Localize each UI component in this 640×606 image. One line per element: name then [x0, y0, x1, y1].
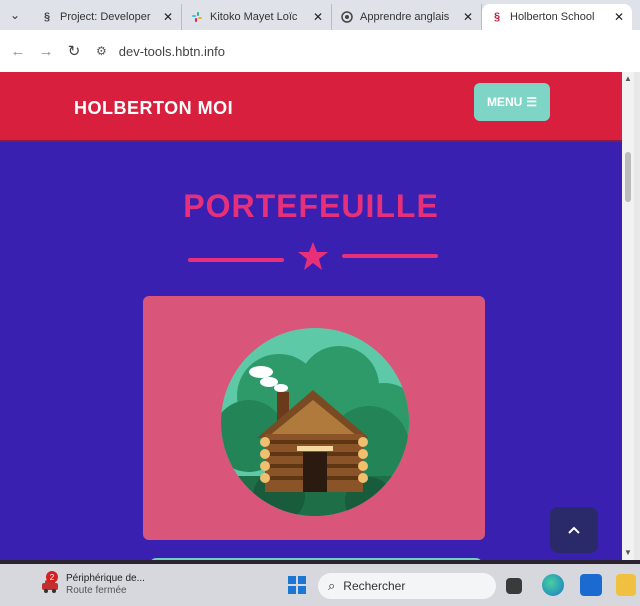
close-tab-icon[interactable]: ✕ [163, 10, 173, 24]
car-icon: 2 [40, 571, 60, 595]
url-text: dev-tools.hbtn.info [118, 43, 225, 59]
section-title: PORTEFEUILLE [183, 188, 439, 224]
back-to-top-button[interactable] [550, 507, 598, 553]
portfolio-card-next[interactable] [150, 558, 482, 560]
edge-browser-icon[interactable] [542, 574, 564, 596]
tab-holberton-school[interactable]: § Holberton School ✕ [482, 4, 632, 30]
close-tab-icon[interactable]: ✕ [614, 10, 624, 24]
globe-favicon-icon [340, 10, 354, 24]
site-brand[interactable]: HOLBERTON MOI [74, 98, 233, 119]
notification-badge: 2 [46, 571, 58, 583]
search-placeholder: Rechercher [343, 579, 406, 593]
portfolio-card[interactable] [143, 296, 485, 540]
scroll-up-arrow-icon[interactable]: ▲ [624, 74, 632, 83]
windows-start-icon[interactable] [288, 576, 306, 594]
cabin-illustration [221, 328, 409, 516]
tab-title: Apprendre anglais [360, 11, 450, 23]
holberton-favicon-icon: § [43, 11, 51, 23]
scroll-thumb[interactable] [625, 152, 631, 202]
tab-slack[interactable]: Kitoko Mayet Loïc ✕ [182, 4, 332, 30]
web-page: HOLBERTON MOI MENU ☰ PORTEFEUILLE [0, 72, 622, 560]
side-panel-edge [634, 72, 640, 560]
site-info-icon[interactable]: ⚙ [96, 44, 107, 58]
notification-title: Périphérique de... [66, 573, 145, 584]
tab-bar: ⌄ § Project: Developer ✕ Kitoko Mayet Lo… [0, 0, 640, 30]
menu-label: MENU [486, 95, 523, 109]
chevron-up-icon [568, 526, 580, 534]
tab-title: Kitoko Mayet Loïc [210, 11, 298, 23]
divider-right [342, 254, 438, 258]
back-arrow-icon[interactable]: ← [4, 43, 32, 60]
menu-button[interactable]: MENU ☰ [474, 83, 550, 121]
divider-left [188, 258, 284, 262]
file-explorer-icon[interactable] [616, 574, 636, 596]
page-scrollbar[interactable]: ▲ ▼ [622, 72, 634, 560]
tab-title: Holberton School [510, 11, 595, 23]
forward-arrow-icon[interactable]: → [32, 43, 60, 60]
site-header: HOLBERTON MOI MENU ☰ [0, 72, 622, 142]
close-tab-icon[interactable]: ✕ [463, 10, 473, 24]
chevron-down-icon: ⌄ [9, 8, 21, 22]
hamburger-icon: ☰ [526, 95, 538, 109]
holberton-favicon-icon: § [493, 11, 501, 23]
close-tab-icon[interactable]: ✕ [313, 10, 323, 24]
tab-title: Project: Developer [60, 11, 151, 23]
reload-icon[interactable]: ↻ [60, 42, 88, 60]
tab-project-developer[interactable]: § Project: Developer ✕ [32, 4, 182, 30]
taskbar-search[interactable]: ⌕ Rechercher [318, 573, 496, 599]
tab-apprendre-anglais[interactable]: Apprendre anglais ✕ [332, 4, 482, 30]
scroll-down-arrow-icon[interactable]: ▼ [624, 548, 632, 557]
slack-favicon-icon [190, 10, 204, 24]
traffic-notification[interactable]: 2 Périphérique de... Route fermée [40, 571, 145, 597]
search-icon: ⌕ [328, 578, 336, 593]
task-view-icon[interactable] [506, 578, 522, 594]
url-field[interactable]: ⚙ dev-tools.hbtn.info [96, 44, 225, 59]
address-bar: ← → ↻ ⚙ dev-tools.hbtn.info [0, 30, 640, 72]
star-icon [298, 242, 328, 270]
tab-list-button[interactable]: ⌄ [2, 2, 28, 28]
notification-subtitle: Route fermée [66, 585, 127, 596]
outlook-icon[interactable] [580, 574, 602, 596]
